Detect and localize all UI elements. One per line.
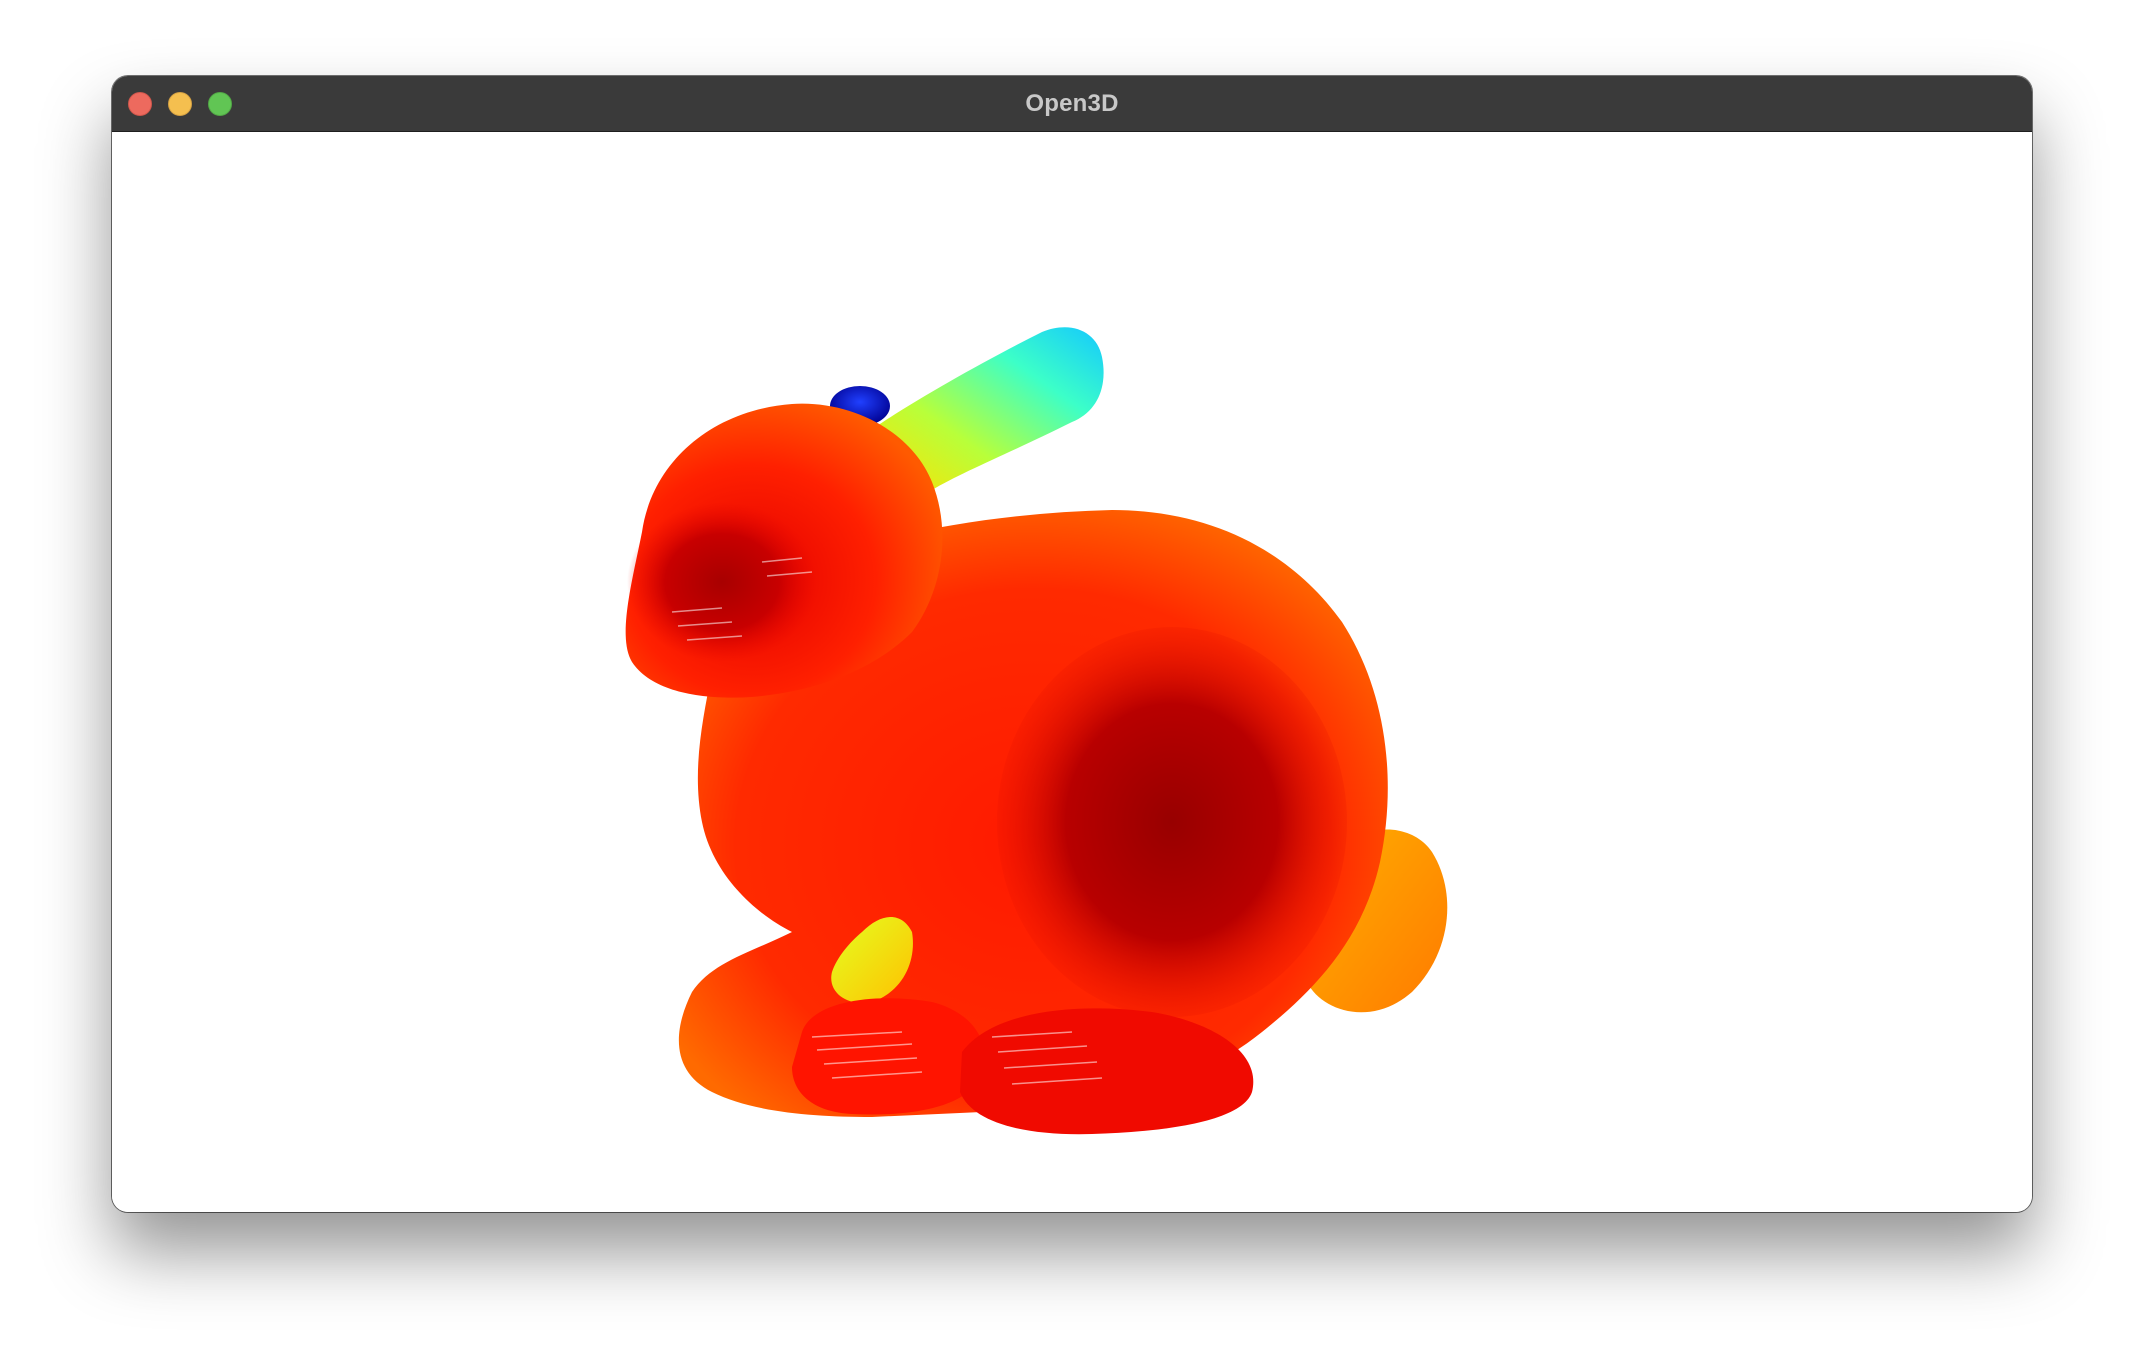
front-foot [792, 998, 985, 1115]
window-title: Open3D [1025, 90, 1119, 117]
point-cloud-render[interactable] [112, 132, 2032, 1212]
title-bar[interactable]: Open3D [112, 76, 2032, 132]
app-window: Open3D [112, 76, 2032, 1212]
3d-viewport[interactable] [112, 132, 2032, 1212]
hip-shading [997, 627, 1347, 1017]
